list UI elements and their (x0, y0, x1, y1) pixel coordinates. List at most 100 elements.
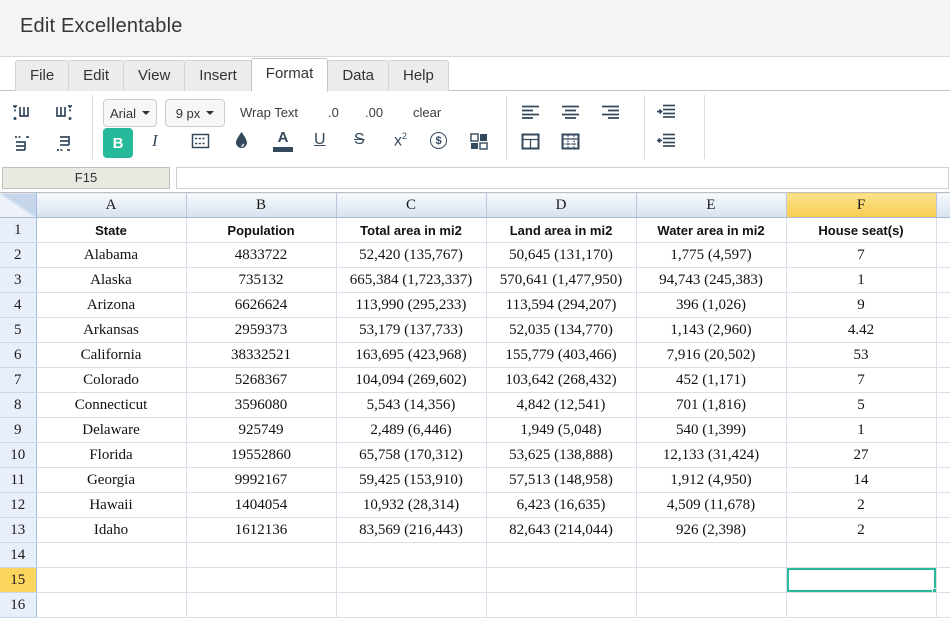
row-header-15[interactable]: 15 (0, 567, 37, 593)
cell-B10[interactable]: 19552860 (186, 442, 337, 468)
tab-insert[interactable]: Insert (184, 60, 252, 92)
row-header-11[interactable]: 11 (0, 467, 37, 493)
column-header-A[interactable]: A (36, 192, 187, 218)
cell-D2[interactable]: 50,645 (131,170) (486, 242, 637, 268)
cell-F2[interactable]: 7 (786, 242, 937, 268)
row-header-7[interactable]: 7 (0, 367, 37, 393)
cell-D10[interactable]: 53,625 (138,888) (486, 442, 637, 468)
cell-A6[interactable]: California (36, 342, 187, 368)
cell-partial-4[interactable] (936, 292, 950, 318)
insert-column-before-icon[interactable] (12, 103, 31, 122)
cell-A5[interactable]: Arkansas (36, 317, 187, 343)
cell-F11[interactable]: 14 (786, 467, 937, 493)
cell-E2[interactable]: 1,775 (4,597) (636, 242, 787, 268)
insert-row-before-icon[interactable] (12, 134, 31, 153)
row-header-2[interactable]: 2 (0, 242, 37, 268)
cell-A7[interactable]: Colorado (36, 367, 187, 393)
tab-edit[interactable]: Edit (68, 60, 125, 92)
border-outer-icon[interactable] (521, 133, 540, 150)
cell-A9[interactable]: Delaware (36, 417, 187, 443)
align-center-icon[interactable] (561, 105, 580, 119)
align-right-icon[interactable] (601, 105, 620, 119)
increase-decimal-button[interactable]: .00 (365, 105, 383, 120)
fill-color-icon[interactable] (234, 131, 249, 149)
column-header-D[interactable]: D (486, 192, 637, 218)
align-left-icon[interactable] (521, 105, 540, 119)
cell-partial-10[interactable] (936, 442, 950, 468)
tab-file[interactable]: File (15, 60, 70, 92)
column-header-partial[interactable] (936, 192, 950, 218)
row-header-6[interactable]: 6 (0, 342, 37, 368)
cell-partial-9[interactable] (936, 417, 950, 443)
bold-button[interactable]: B (103, 128, 133, 158)
cell-partial-8[interactable] (936, 392, 950, 418)
cell-E9[interactable]: 540 (1,399) (636, 417, 787, 443)
row-header-3[interactable]: 3 (0, 267, 37, 293)
cell-A10[interactable]: Florida (36, 442, 187, 468)
cell-A13[interactable]: Idaho (36, 517, 187, 543)
cell-D4[interactable]: 113,594 (294,207) (486, 292, 637, 318)
cell-A2[interactable]: Alabama (36, 242, 187, 268)
cell-F7[interactable]: 7 (786, 367, 937, 393)
cell-C11[interactable]: 59,425 (153,910) (336, 467, 487, 493)
cell-B6[interactable]: 38332521 (186, 342, 337, 368)
formula-input[interactable] (176, 167, 949, 189)
font-color-icon[interactable]: A (273, 130, 293, 152)
cell-F13[interactable]: 2 (786, 517, 937, 543)
cell-partial-15[interactable] (936, 567, 950, 593)
cell-C8[interactable]: 5,543 (14,356) (336, 392, 487, 418)
cell-C3[interactable]: 665,384 (1,723,337) (336, 267, 487, 293)
cell-D8[interactable]: 4,842 (12,541) (486, 392, 637, 418)
cell-F14[interactable] (786, 542, 937, 568)
cell-E15[interactable] (636, 567, 787, 593)
cell-A8[interactable]: Connecticut (36, 392, 187, 418)
cell-A4[interactable]: Arizona (36, 292, 187, 318)
cell-partial-11[interactable] (936, 467, 950, 493)
tab-view[interactable]: View (123, 60, 186, 92)
cell-F6[interactable]: 53 (786, 342, 937, 368)
cell-F8[interactable]: 5 (786, 392, 937, 418)
row-header-10[interactable]: 10 (0, 442, 37, 468)
cell-C7[interactable]: 104,094 (269,602) (336, 367, 487, 393)
insert-column-after-icon[interactable] (54, 103, 73, 122)
cell-B11[interactable]: 9992167 (186, 467, 337, 493)
cell-reference-box[interactable]: F15 (2, 167, 170, 189)
cell-D6[interactable]: 155,779 (403,466) (486, 342, 637, 368)
cell-E13[interactable]: 926 (2,398) (636, 517, 787, 543)
row-header-14[interactable]: 14 (0, 542, 37, 568)
cell-C5[interactable]: 53,179 (137,733) (336, 317, 487, 343)
cell-E10[interactable]: 12,133 (31,424) (636, 442, 787, 468)
cell-B4[interactable]: 6626624 (186, 292, 337, 318)
row-header-16[interactable]: 16 (0, 592, 37, 618)
decrease-decimal-button[interactable]: .0 (328, 105, 339, 120)
cell-A12[interactable]: Hawaii (36, 492, 187, 518)
currency-icon[interactable]: $ (430, 132, 447, 149)
cell-E14[interactable] (636, 542, 787, 568)
cell-E7[interactable]: 452 (1,171) (636, 367, 787, 393)
cell-partial-3[interactable] (936, 267, 950, 293)
cell-F3[interactable]: 1 (786, 267, 937, 293)
cell-E1[interactable]: Water area in mi2 (636, 217, 787, 243)
cell-B8[interactable]: 3596080 (186, 392, 337, 418)
cell-partial-5[interactable] (936, 317, 950, 343)
cell-partial-12[interactable] (936, 492, 950, 518)
row-header-9[interactable]: 9 (0, 417, 37, 443)
cell-F16[interactable] (786, 592, 937, 618)
increase-indent-icon[interactable] (656, 104, 676, 119)
cell-D1[interactable]: Land area in mi2 (486, 217, 637, 243)
cell-B13[interactable]: 1612136 (186, 517, 337, 543)
cell-C15[interactable] (336, 567, 487, 593)
row-header-8[interactable]: 8 (0, 392, 37, 418)
font-size-dropdown[interactable]: 9 px (165, 99, 225, 127)
cell-D16[interactable] (486, 592, 637, 618)
cell-B14[interactable] (186, 542, 337, 568)
cell-D5[interactable]: 52,035 (134,770) (486, 317, 637, 343)
cell-B5[interactable]: 2959373 (186, 317, 337, 343)
cell-C16[interactable] (336, 592, 487, 618)
insert-row-after-icon[interactable] (54, 134, 73, 153)
cell-C13[interactable]: 83,569 (216,443) (336, 517, 487, 543)
cell-C1[interactable]: Total area in mi2 (336, 217, 487, 243)
cell-C4[interactable]: 113,990 (295,233) (336, 292, 487, 318)
row-header-13[interactable]: 13 (0, 517, 37, 543)
cell-C2[interactable]: 52,420 (135,767) (336, 242, 487, 268)
